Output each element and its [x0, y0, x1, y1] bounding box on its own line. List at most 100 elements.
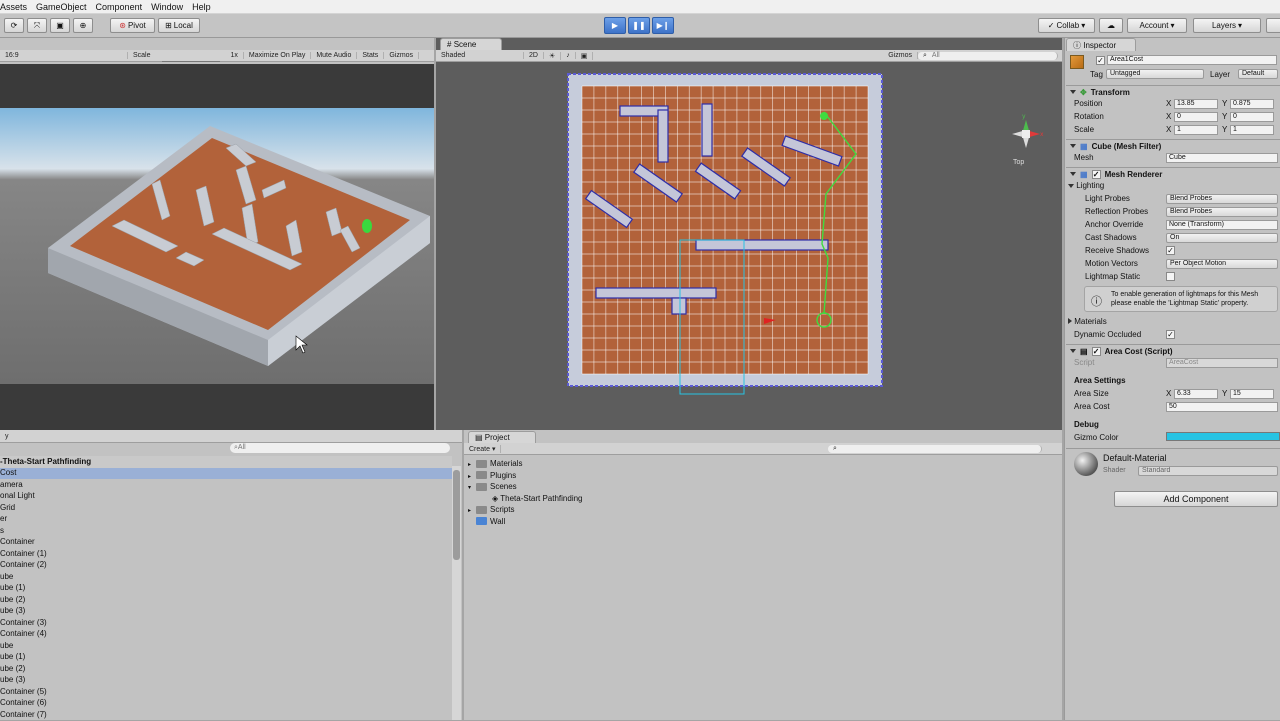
hierarchy-item[interactable]: onal Light — [0, 491, 35, 502]
scene-search-input[interactable]: ⌕ All — [918, 51, 1058, 60]
hierarchy-item[interactable]: amera — [0, 480, 23, 491]
hierarchy-item[interactable]: Container (6) — [0, 698, 47, 709]
expand-arrow-icon[interactable]: ▸ — [468, 461, 476, 468]
menu-gameobject[interactable]: GameObject — [36, 0, 87, 14]
toggle-2d-button[interactable]: 2D — [524, 52, 544, 59]
object-active-checkbox[interactable]: ✓ — [1096, 56, 1105, 65]
hierarchy-item[interactable]: Grid — [0, 503, 15, 514]
rotate-tool-button[interactable]: ⟳ — [4, 18, 24, 33]
step-button[interactable]: ▶❙ — [652, 17, 674, 34]
stats-toggle[interactable]: Stats — [357, 52, 385, 59]
expand-arrow-icon[interactable]: ▸ — [468, 507, 476, 514]
hierarchy-item[interactable]: Container (3) — [0, 618, 47, 629]
hierarchy-item[interactable]: ube (1) — [0, 652, 25, 663]
menu-help[interactable]: Help — [192, 0, 211, 14]
audio-toggle[interactable]: ♪ — [561, 52, 576, 59]
menu-window[interactable]: Window — [151, 0, 183, 14]
scene-gizmos-dropdown[interactable]: Gizmos — [883, 52, 918, 59]
rotation-x-field[interactable]: 0 — [1174, 112, 1218, 122]
hierarchy-item[interactable]: ube (2) — [0, 664, 25, 675]
materials-foldout[interactable]: Materials — [1068, 317, 1107, 326]
mesh-renderer-checkbox[interactable]: ✓ — [1091, 169, 1101, 179]
project-item[interactable]: ▸ Scripts — [468, 505, 514, 514]
pivot-toggle[interactable]: ⊛ Pivot — [110, 18, 155, 33]
lighting-foldout[interactable]: Lighting — [1068, 181, 1104, 190]
gizmo-color-swatch[interactable] — [1166, 432, 1280, 441]
hierarchy-item[interactable]: Container (4) — [0, 629, 47, 640]
scale-y-field[interactable]: 1 — [1230, 125, 1274, 135]
mesh-field[interactable]: Cube — [1166, 153, 1278, 163]
aspect-dropdown[interactable]: 16:9 — [0, 52, 128, 59]
layers-dropdown[interactable]: Layers ▾ — [1193, 18, 1261, 33]
add-component-button[interactable]: Add Component — [1114, 491, 1278, 507]
mesh-renderer-header[interactable]: ▦ ✓ Mesh Renderer — [1066, 167, 1280, 180]
hierarchy-search-input[interactable]: ⌕All — [230, 443, 450, 453]
hierarchy-item[interactable]: ube (3) — [0, 606, 25, 617]
hierarchy-item[interactable]: Container (2) — [0, 560, 47, 571]
menu-assets[interactable]: Assets — [0, 0, 27, 14]
hierarchy-item[interactable]: ube (3) — [0, 675, 25, 686]
project-item[interactable]: Wall — [468, 517, 505, 526]
shading-dropdown[interactable]: Shaded — [436, 52, 524, 59]
hierarchy-item[interactable]: ube (1) — [0, 583, 25, 594]
hierarchy-item[interactable]: er — [0, 514, 7, 525]
project-item[interactable]: ▸ Materials — [468, 459, 522, 468]
project-item[interactable]: ▾ Scenes — [468, 482, 517, 491]
menu-component[interactable]: Component — [96, 0, 143, 14]
scene-viewport[interactable]: y x Top — [436, 64, 1062, 430]
lightmap-static-checkbox[interactable] — [1166, 272, 1175, 281]
lighting-toggle[interactable]: ☀ — [544, 51, 562, 60]
hierarchy-item[interactable]: Container (1) — [0, 549, 47, 560]
play-button[interactable]: ▶ — [604, 17, 626, 34]
position-y-field[interactable]: 0.875 — [1230, 99, 1274, 109]
area-cost-header[interactable]: ▤ ✓ Area Cost (Script) — [1066, 344, 1280, 357]
scene-orientation-gizmo[interactable]: y x — [1012, 113, 1044, 148]
transform-tool-button[interactable]: ⊕ — [73, 18, 93, 33]
project-item[interactable]: ◈ Theta-Start Pathfinding — [484, 494, 583, 503]
shader-dropdown[interactable]: Standard — [1138, 466, 1278, 476]
scale-x-field[interactable]: 1 — [1174, 125, 1218, 135]
anchor-override-field[interactable]: None (Transform) — [1166, 220, 1278, 230]
pause-button[interactable]: ❚❚ — [628, 17, 650, 34]
cast-shadows-dropdown[interactable]: On — [1166, 233, 1278, 243]
hierarchy-scene-header[interactable]: -Theta-Start Pathfinding — [0, 456, 452, 468]
transform-header[interactable]: ✥ Transform — [1066, 85, 1280, 98]
area-cost-checkbox[interactable]: ✓ — [1091, 346, 1101, 356]
tag-dropdown[interactable]: Untagged — [1106, 69, 1204, 79]
hierarchy-scroll-thumb[interactable] — [453, 470, 460, 560]
rotation-y-field[interactable]: 0 — [1230, 112, 1274, 122]
area-cost-field[interactable]: 50 — [1166, 402, 1278, 412]
hierarchy-scrollbar[interactable] — [452, 466, 461, 720]
hierarchy-item[interactable]: s — [0, 526, 4, 537]
receive-shadows-checkbox[interactable]: ✓ — [1166, 246, 1175, 255]
mesh-filter-header[interactable]: ▦ Cube (Mesh Filter) — [1066, 139, 1280, 152]
reflection-probes-dropdown[interactable]: Blend Probes — [1166, 207, 1278, 217]
object-name-field[interactable]: Area1Cost — [1107, 55, 1277, 65]
effects-toggle[interactable]: ▣ — [576, 51, 594, 60]
collab-dropdown[interactable]: ✓ Collab ▾ — [1038, 18, 1095, 33]
mute-audio-toggle[interactable]: Mute Audio — [311, 52, 358, 59]
tab-inspector[interactable]: ⓘ Inspector — [1066, 38, 1136, 51]
account-dropdown[interactable]: Account ▾ — [1127, 18, 1187, 33]
hierarchy-item[interactable]: ube — [0, 641, 13, 652]
gizmos-toggle[interactable]: Gizmos — [384, 52, 420, 59]
layer-dropdown[interactable]: Default — [1238, 69, 1278, 79]
area-size-y-field[interactable]: 15 — [1230, 389, 1274, 399]
expand-arrow-icon[interactable]: ▾ — [468, 484, 476, 491]
cloud-button[interactable]: ☁ — [1099, 18, 1123, 33]
layout-dropdown[interactable] — [1266, 18, 1280, 33]
scale-tool-button[interactable]: ⤧ — [27, 18, 47, 33]
light-probes-dropdown[interactable]: Blend Probes — [1166, 194, 1278, 204]
area-size-x-field[interactable]: 6.33 — [1174, 389, 1218, 399]
hierarchy-item[interactable]: Container (5) — [0, 687, 47, 698]
hierarchy-item[interactable]: ube (2) — [0, 595, 25, 606]
hierarchy-item[interactable]: Container — [0, 537, 35, 548]
local-toggle[interactable]: ⊞ Local — [158, 18, 200, 33]
position-x-field[interactable]: 13.85 — [1174, 99, 1218, 109]
motion-vectors-dropdown[interactable]: Per Object Motion — [1166, 259, 1278, 269]
create-dropdown[interactable]: Create ▾ — [464, 444, 502, 453]
project-search-input[interactable]: ⌕ — [828, 444, 1042, 453]
hierarchy-item[interactable]: ube — [0, 572, 13, 583]
rect-tool-button[interactable]: ▣ — [50, 18, 70, 33]
hierarchy-item[interactable]: Container (7) — [0, 710, 47, 721]
